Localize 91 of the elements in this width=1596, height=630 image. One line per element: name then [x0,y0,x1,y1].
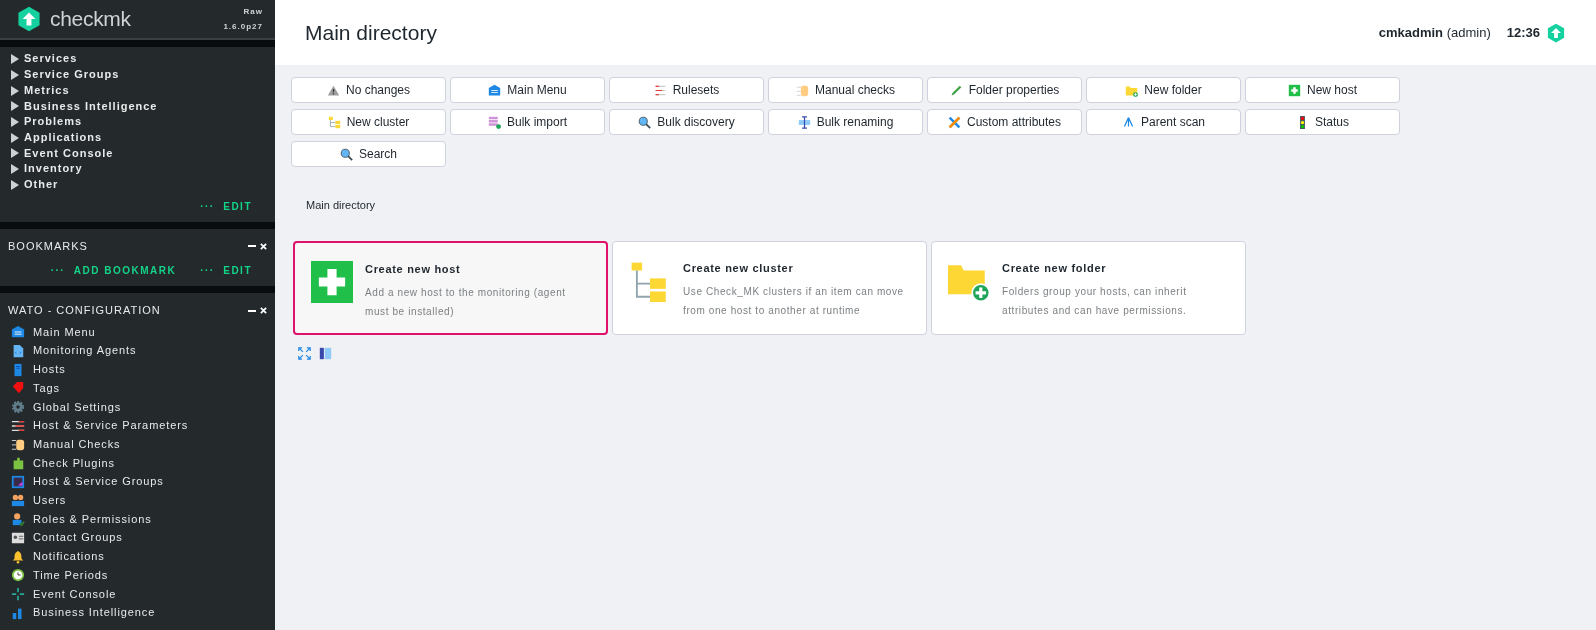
toolbar-button[interactable]: Parent scan [1086,109,1241,135]
toolbar-button[interactable]: Search [291,141,446,167]
toolbar-button[interactable]: Bulk import [450,109,605,135]
toolbar-button[interactable]: Main Menu [450,77,605,103]
page-title: Main directory [305,19,437,46]
close-icon[interactable] [260,307,267,314]
logo-icon [16,6,42,33]
sidebar-item[interactable]: Users [33,491,67,510]
action-card[interactable]: Create new folder Folders group your hosts, can inherit attributes and can have permissions. [931,240,1246,335]
sidebar-item[interactable]: Main Menu [33,322,96,342]
logo-icon [1546,22,1566,43]
toolbar-button[interactable]: Status [1245,109,1400,135]
sidebar-item[interactable]: Other [24,177,59,193]
sliders-icon [11,418,25,433]
tag-icon [11,381,25,396]
card-title: Create new cluster [683,260,795,276]
document-icon [11,343,25,358]
edit-link[interactable]: ··· EDIT [200,263,252,279]
version-label: 1.6.0p27 [223,21,263,34]
sidebar-item[interactable]: Contact Groups [33,528,123,548]
sidebar-item[interactable]: Notifications [33,547,105,566]
expand-icon [298,346,311,360]
sidebar-item[interactable]: Host & Service Parameters [33,416,189,435]
bell-icon [11,549,25,564]
sidebar-item[interactable]: Hosts [33,360,66,379]
columns-icon [319,346,332,360]
action-card[interactable]: Create new cluster Use Check_MK clusters if an item can move from one host to another at runtime [612,240,927,335]
sidebar-item[interactable]: Applications [24,129,102,146]
sidebar-item[interactable]: Service Groups [24,67,120,83]
toolbar-button[interactable]: Manual checks [768,77,923,103]
toolbar-button[interactable]: Rulesets [609,77,764,103]
sidebar-item[interactable]: Host & Service Groups [33,472,164,492]
sidebar-item[interactable]: Business Intelligence [33,603,156,622]
close-icon[interactable] [260,242,267,250]
sidebar-item[interactable]: Problems [24,114,83,130]
plus-icon [311,260,353,303]
clock-icon [11,568,25,583]
action-card[interactable]: Create new host Add a new host to the monitoring (agent must be installed) [293,240,608,335]
sidebar-item[interactable]: Event Console [24,145,114,162]
toolbar-button[interactable]: Folder properties [927,77,1082,103]
sidebar-item[interactable]: Manual Checks [33,434,121,454]
panel-title: WATO - CONFIGURATION [8,303,161,319]
toolbar-button[interactable]: New folder [1086,77,1241,103]
user-role: (admin) [1446,24,1491,40]
sidebar-item[interactable]: Inventory [24,161,83,178]
clock-time: 12:36 [1506,23,1540,42]
toolbar-button[interactable]: No changes [291,77,446,103]
warning-icon [326,83,340,97]
main-menu-icon [11,325,25,340]
card-title: Create new host [365,261,462,277]
sidebar-item[interactable]: Monitoring Agents [33,341,137,361]
card-description: Use Check_MK clusters if an item can move from one host to another at runtime [683,285,905,318]
sidebar-item[interactable]: Event Console [33,584,117,604]
crosshair-icon [11,586,25,601]
toolbar-button[interactable]: Bulk renaming [768,109,923,135]
text-cursor-icon [797,115,811,129]
cluster-icon [327,115,341,129]
panel-title: BOOKMARKS [8,238,88,254]
sidebar-item[interactable]: Roles & Permissions [33,509,152,529]
sidebar-item[interactable]: Time Periods [33,565,109,585]
add-bookmark-link[interactable]: ··· ADD BOOKMARK [50,263,177,279]
minimize-icon[interactable] [248,242,256,250]
pencil-icon [949,83,963,97]
users-icon [11,493,25,508]
card-description: Folders group your hosts, can inherit attributes and can have permissions. [1002,285,1188,318]
sliders-icon [653,83,667,97]
main-menu-icon [488,83,502,97]
card-description: Add a new host to the monitoring (agent must be installed) [365,286,567,319]
sidebar-item[interactable]: Business Intelligence [24,98,158,115]
toolbar-button[interactable]: New cluster [291,109,446,135]
toolbar-button[interactable]: Bulk discovery [609,109,764,135]
user-name: cmkadmin [1378,24,1444,40]
toolbar-button[interactable]: New host [1245,77,1400,103]
toolbar-button[interactable]: Custom attributes [927,109,1082,135]
plus-icon [1288,83,1301,97]
groups-icon [11,474,25,489]
edit-link[interactable]: ··· EDIT [200,198,252,214]
logo-text: checkmk [50,6,131,33]
sidebar-item[interactable]: Services [24,51,78,68]
contact-card-icon [11,530,25,545]
user-check-icon [11,512,25,527]
sidebar-item[interactable]: Global Settings [33,397,122,417]
sidebar-item[interactable]: Metrics [24,82,70,99]
sidebar-item[interactable]: Tags [33,378,60,398]
search-icon [340,147,353,161]
folder-plus-icon [1125,83,1139,97]
card-title: Create new folder [1002,260,1108,276]
sidebar-item[interactable]: Check Plugins [33,453,115,473]
breadcrumb: Main directory [305,198,377,213]
gear-icon [11,399,25,414]
edition-label: Raw [242,6,263,19]
